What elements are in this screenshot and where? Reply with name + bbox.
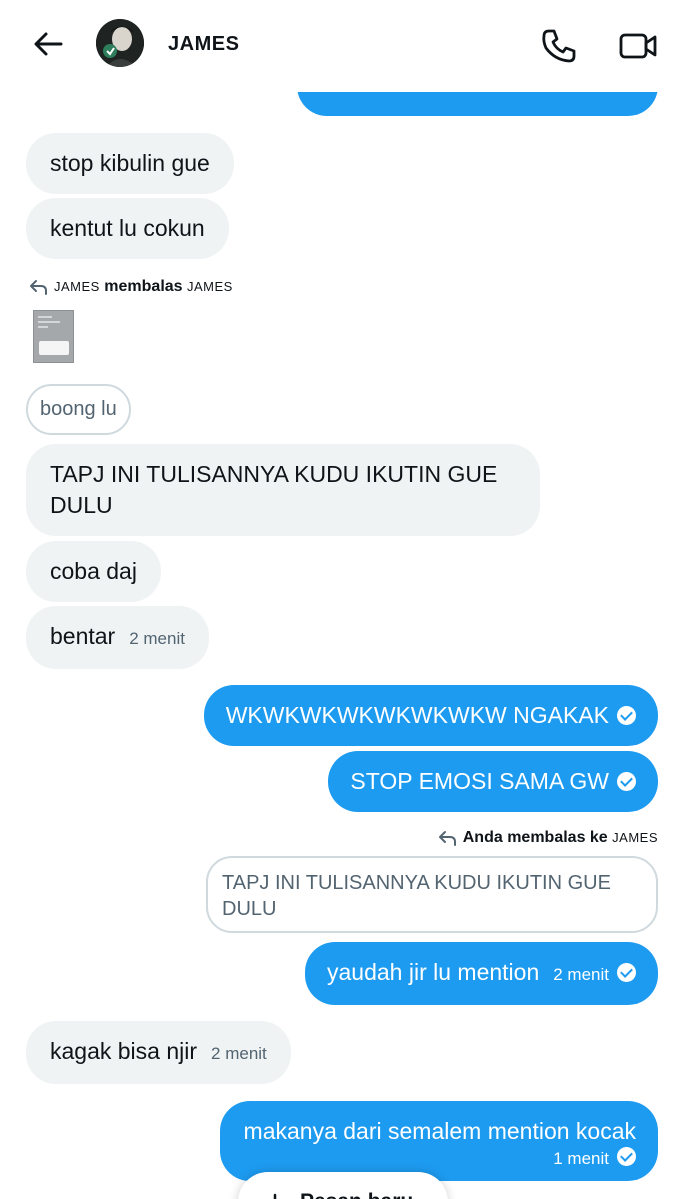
message-incoming[interactable]: TAPJ INI TULISANNYA KUDU IKUTIN GUE DULU [26, 444, 540, 536]
message-text: yaudah jir lu mention [327, 959, 540, 985]
message-outgoing[interactable]: WKWKWKWKWKWKWKW NGAKAK [203, 685, 658, 746]
message-timestamp: 2 menit [129, 629, 185, 648]
reply-target: JAMES [612, 830, 658, 845]
quoted-message[interactable]: TAPJ INI TULISANNYA KUDU IKUTIN GUE DULU [206, 856, 658, 933]
conversation-header: JAMES [0, 0, 685, 92]
message-text: stop kibulin gue [50, 150, 210, 176]
new-message-label: Pesan baru [300, 1190, 413, 1199]
video-call-button[interactable] [618, 28, 658, 64]
arrow-left-icon [34, 32, 63, 56]
reply-context: JAMES membalas JAMES [28, 278, 233, 296]
message-text: coba daj [50, 558, 137, 584]
reply-label: Anda membalas ke [462, 829, 608, 846]
avatar[interactable] [96, 19, 144, 67]
message-text: kagak bisa njir [50, 1038, 198, 1064]
message-incoming[interactable]: coba daj [26, 541, 161, 602]
message-incoming[interactable]: kentut lu cokun [26, 198, 229, 259]
reply-arrow-icon [30, 280, 47, 295]
phone-icon [542, 29, 576, 63]
reply-verb: membalas [104, 278, 183, 295]
message-timestamp: 1 menit [553, 1149, 609, 1168]
plus-icon [273, 1193, 277, 1199]
reply-sender: JAMES [54, 279, 100, 294]
video-camera-icon [619, 33, 657, 59]
message-text: makanya dari semalem mention kocak [243, 1118, 636, 1144]
message-timestamp: 2 menit [211, 1044, 267, 1063]
message-timestamp: 2 menit [553, 965, 609, 984]
check-circle-icon [617, 772, 636, 791]
new-message-button[interactable]: Pesan baru [238, 1172, 448, 1199]
message-text: STOP EMOSI SAMA GW [350, 768, 609, 794]
message-incoming[interactable]: bentar 2 menit [26, 606, 209, 669]
message-incoming[interactable]: stop kibulin gue [26, 133, 234, 194]
message-outgoing[interactable]: STOP EMOSI SAMA GW [328, 751, 658, 812]
call-button[interactable] [538, 26, 578, 66]
check-circle-icon [617, 706, 636, 725]
quoted-text: boong lu [40, 398, 117, 420]
image-attachment[interactable] [33, 310, 74, 363]
back-button[interactable] [30, 26, 66, 62]
quoted-text: TAPJ INI TULISANNYA KUDU IKUTIN GUE DULU [222, 872, 611, 920]
reply-arrow-icon [438, 831, 456, 846]
conversation-title[interactable]: JAMES [168, 33, 239, 56]
message-text: WKWKWKWKWKWKWKW NGAKAK [225, 702, 609, 728]
message-outgoing[interactable]: makanya dari semalem mention kocak 1 men… [219, 1101, 658, 1181]
message-text: bentar [50, 623, 116, 649]
check-circle-icon [617, 1147, 636, 1166]
message-outgoing[interactable]: yaudah jir lu mention 2 menit [305, 942, 658, 1005]
check-circle-icon [617, 963, 636, 982]
reply-context: Anda membalas ke JAMES [437, 829, 658, 847]
reply-target: JAMES [187, 279, 233, 294]
message-text: TAPJ INI TULISANNYA KUDU IKUTIN GUE DULU [50, 461, 498, 518]
message-incoming[interactable]: kagak bisa njir 2 menit [26, 1021, 291, 1084]
message-text: kentut lu cokun [50, 215, 205, 241]
quoted-message[interactable]: boong lu [26, 384, 131, 435]
